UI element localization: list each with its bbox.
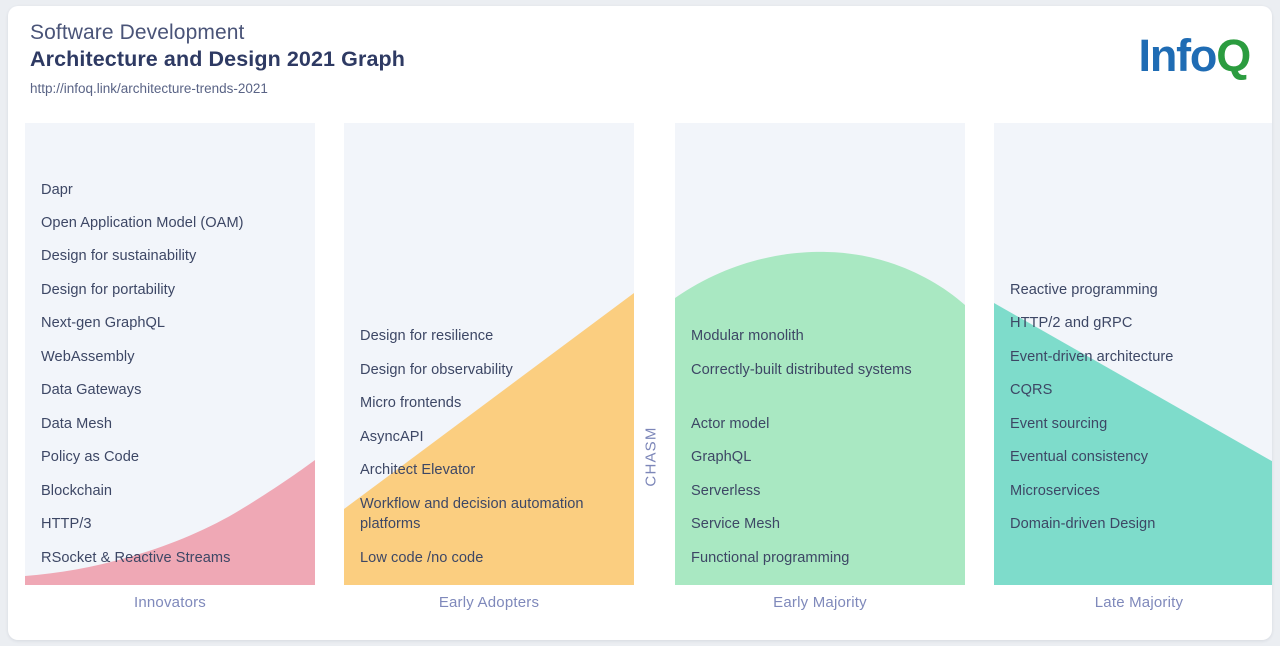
column-early-adopters: Design for resilience Design for observa… (344, 123, 634, 585)
page-title: Architecture and Design 2021 Graph (30, 47, 405, 71)
column-early-majority: Modular monolith Correctly-built distrib… (675, 123, 965, 585)
column-label-early-adopters: Early Adopters (438, 594, 540, 611)
list-item: Data Gateways (41, 382, 142, 398)
list-item: Design for portability (41, 282, 176, 298)
list-item: Modular monolith (691, 328, 804, 344)
list-item: HTTP/3 (41, 516, 92, 532)
list-item: Policy as Code (41, 449, 140, 465)
page-root: Software Development Architecture and De… (0, 0, 1280, 646)
column-items-early-adopters: Design for resilience Design for observa… (344, 123, 634, 585)
chasm-label: CHASM (642, 425, 660, 487)
column-innovators: Dapr Open Application Model (OAM) Design… (25, 123, 315, 585)
list-item: Next-gen GraphQL (41, 315, 166, 331)
list-item: HTTP/2 and gRPC (1010, 315, 1133, 331)
list-item: Serverless (691, 483, 761, 499)
column-label-innovators: Innovators (133, 594, 207, 611)
list-item: Design for resilience (360, 328, 494, 344)
column-items-early-majority: Modular monolith Correctly-built distrib… (675, 123, 965, 585)
list-item: Actor model (691, 416, 770, 432)
column-label-late-majority: Late Majority (1094, 594, 1184, 611)
list-item: Architect Elevator (360, 462, 476, 478)
logo-text-info: Info (1138, 30, 1218, 81)
column-items-innovators: Dapr Open Application Model (OAM) Design… (25, 123, 315, 585)
adoption-columns: Dapr Open Application Model (OAM) Design… (8, 116, 1272, 640)
list-item: Reactive programming (1010, 282, 1158, 298)
infoq-logo: InfoQ (1138, 30, 1252, 81)
list-item: Low code /no code (360, 550, 484, 566)
list-item: Correctly-built distributed systems (691, 362, 912, 378)
list-item: Design for sustainability (41, 248, 197, 264)
list-item: Service Mesh (691, 516, 781, 532)
list-item: Micro frontends (360, 395, 462, 411)
list-item: Data Mesh (41, 416, 113, 432)
list-item: Eventual consistency (1010, 449, 1149, 465)
list-item: AsyncAPI (360, 429, 424, 445)
list-item: GraphQL (691, 449, 752, 465)
list-item: Blockchain (41, 483, 113, 499)
title-block: Software Development Architecture and De… (30, 20, 405, 97)
column-late-majority: Reactive programming HTTP/2 and gRPC Eve… (994, 123, 1272, 585)
source-url[interactable]: http://infoq.link/architecture-trends-20… (30, 80, 405, 97)
column-label-early-majority: Early Majority (773, 594, 867, 611)
list-item: Workflow and decision automation platfor… (360, 496, 584, 532)
list-item: Design for observability (360, 362, 513, 378)
chasm-annotation: CHASM (640, 396, 662, 516)
list-item: Event-driven architecture (1010, 349, 1174, 365)
list-item: Dapr (41, 182, 73, 198)
list-item: Domain-driven Design (1010, 516, 1156, 532)
list-item: Event sourcing (1010, 416, 1108, 432)
column-items-late-majority: Reactive programming HTTP/2 and gRPC Eve… (994, 123, 1272, 585)
infographic-card: Software Development Architecture and De… (8, 6, 1272, 640)
list-item: CQRS (1010, 382, 1053, 398)
logo-text-q: Q (1216, 30, 1251, 81)
header: Software Development Architecture and De… (8, 6, 1272, 116)
page-title-subtitle: Software Development (30, 21, 245, 44)
list-item: Open Application Model (OAM) (41, 215, 244, 231)
list-item: Functional programming (691, 550, 850, 566)
list-item: Microservices (1010, 483, 1100, 499)
list-item: WebAssembly (41, 349, 135, 365)
list-item: RSocket & Reactive Streams (41, 550, 231, 566)
